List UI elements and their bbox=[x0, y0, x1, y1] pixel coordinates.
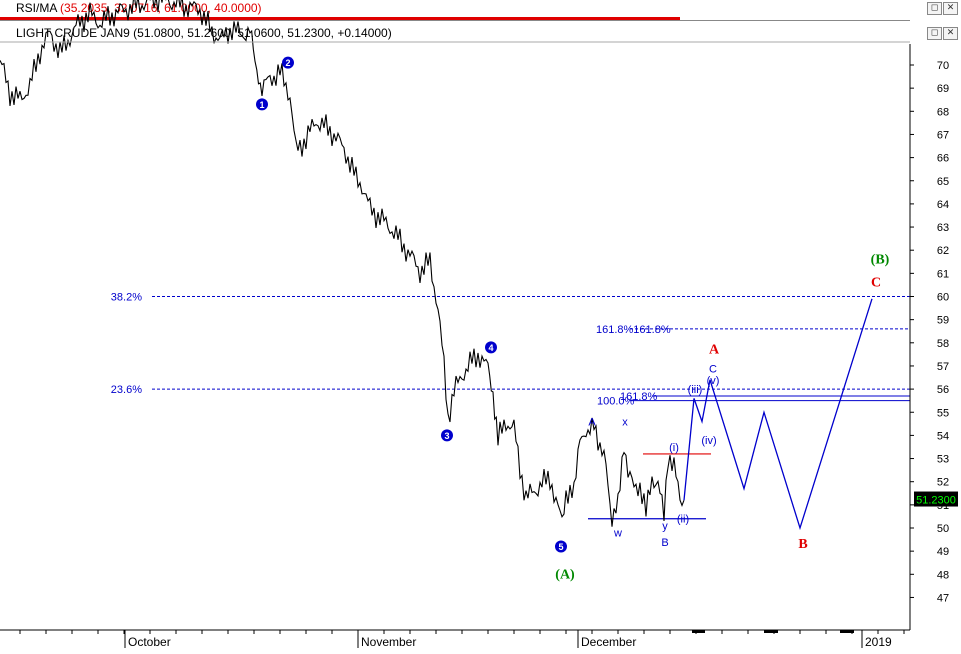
wave-label-8: B bbox=[798, 537, 807, 552]
price-chart: 38.2%23.6%161.8%161.8%100.0%161.8% 12345… bbox=[0, 0, 958, 649]
wave-label-3: 3 bbox=[444, 431, 449, 441]
last-price-label: 51.2300 bbox=[916, 495, 956, 507]
wave-label-5: 5 bbox=[558, 542, 563, 552]
wave-label-17: (ii) bbox=[677, 514, 689, 526]
tick-label-55: 55 bbox=[937, 407, 949, 419]
wave-label-9: C bbox=[871, 276, 881, 291]
tick-label-66: 66 bbox=[937, 153, 949, 165]
fib-label-0: 38.2% bbox=[111, 292, 142, 304]
price-axis: 4748495051525354555657585960616263646566… bbox=[0, 41, 958, 630]
tick-label-62: 62 bbox=[937, 245, 949, 257]
month-label-2: December bbox=[581, 635, 636, 649]
tick-label-58: 58 bbox=[937, 338, 949, 350]
tick-label-63: 63 bbox=[937, 222, 949, 234]
month-label-1: November bbox=[361, 635, 416, 649]
tick-label-48: 48 bbox=[937, 569, 949, 581]
tick-label-68: 68 bbox=[937, 106, 949, 118]
month-label-0: October bbox=[128, 635, 171, 649]
wave-label-19: (iv) bbox=[701, 435, 716, 447]
tick-label-65: 65 bbox=[937, 176, 949, 188]
tick-label-52: 52 bbox=[937, 477, 949, 489]
tick-label-70: 70 bbox=[937, 60, 949, 72]
wave-label-16: (i) bbox=[669, 442, 679, 454]
wave-label-2: 2 bbox=[285, 58, 290, 68]
tick-label-64: 64 bbox=[937, 199, 949, 211]
projection-line bbox=[683, 298, 873, 531]
time-band-2 bbox=[840, 630, 854, 633]
time-band-0 bbox=[692, 630, 705, 633]
price-series bbox=[0, 0, 873, 531]
wave-label-13: y bbox=[662, 521, 668, 533]
tick-label-56: 56 bbox=[937, 384, 949, 396]
tick-label-59: 59 bbox=[937, 315, 949, 327]
tick-label-69: 69 bbox=[937, 83, 949, 95]
time-band-1 bbox=[764, 630, 778, 633]
price-line bbox=[0, 0, 685, 527]
wave-label-15: C bbox=[709, 363, 717, 375]
wave-label-1: 1 bbox=[259, 100, 264, 110]
wave-label-11: x bbox=[622, 417, 628, 429]
tick-label-47: 47 bbox=[937, 592, 949, 604]
wave-labels: 12345(A)(B)ABCA xwyBC(i)(ii)(iii)(iv)(v) bbox=[256, 56, 890, 582]
wave-label-7: A bbox=[709, 343, 720, 358]
tick-label-67: 67 bbox=[937, 129, 949, 141]
wave-label-12: w bbox=[613, 528, 622, 540]
tick-label-57: 57 bbox=[937, 361, 949, 373]
time-axis: October November December 2019 bbox=[0, 629, 910, 649]
wave-label-10: A bbox=[588, 417, 596, 429]
tick-label-54: 54 bbox=[937, 430, 949, 442]
fib-label-4: 161.8% bbox=[620, 391, 658, 403]
fib-levels: 38.2%23.6%161.8%161.8%100.0%161.8% bbox=[111, 292, 910, 408]
tick-label-61: 61 bbox=[937, 268, 949, 280]
tick-label-49: 49 bbox=[937, 546, 949, 558]
wave-label-6: (B) bbox=[871, 252, 890, 267]
tick-label-53: 53 bbox=[937, 454, 949, 466]
tick-label-60: 60 bbox=[937, 292, 949, 304]
fib-label-2: 161.8%161.8% bbox=[596, 324, 671, 336]
fib-label-1: 23.6% bbox=[111, 384, 142, 396]
month-label-3: 2019 bbox=[865, 635, 892, 649]
wave-label-18: (iii) bbox=[688, 384, 703, 396]
wave-label-5: (A) bbox=[555, 567, 575, 582]
tick-label-50: 50 bbox=[937, 523, 949, 535]
wave-label-4: 4 bbox=[488, 343, 493, 353]
wave-label-20: (v) bbox=[707, 375, 720, 387]
wave-label-14: B bbox=[661, 537, 668, 549]
